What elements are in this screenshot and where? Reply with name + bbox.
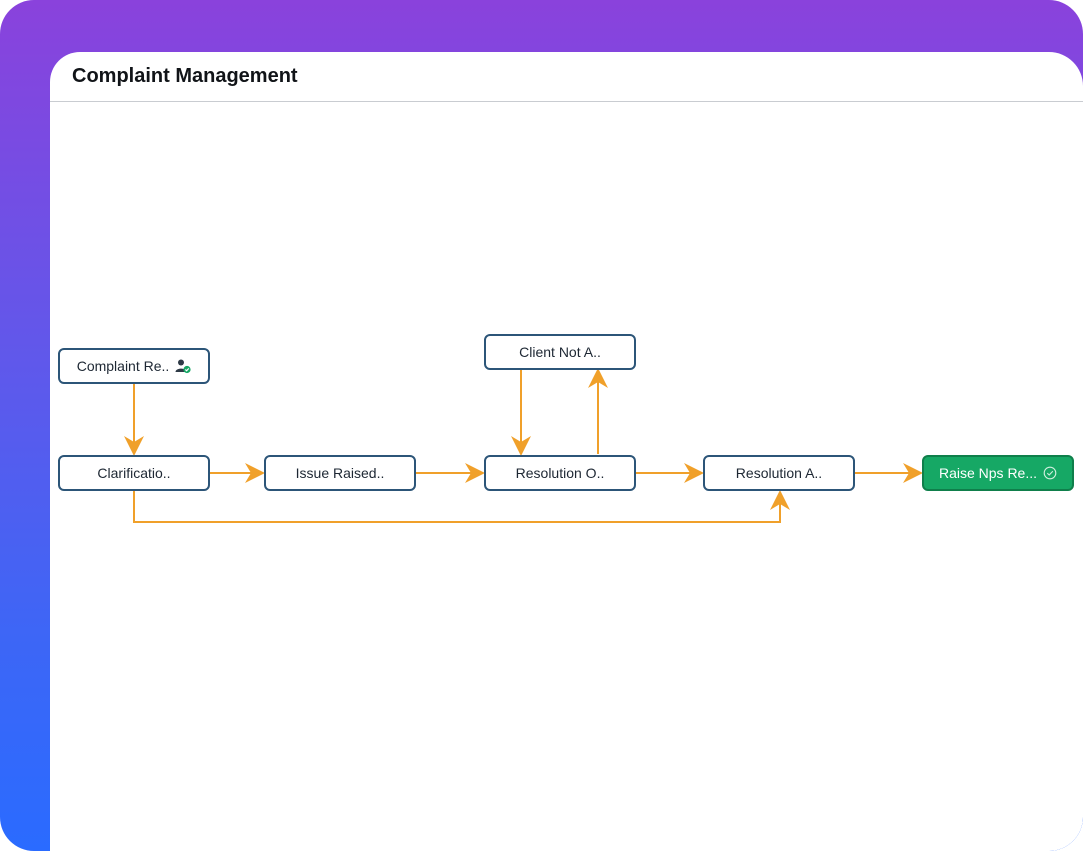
node-complaint-received[interactable]: Complaint Re.. [58, 348, 210, 384]
node-label: Client Not A.. [519, 344, 601, 360]
node-raise-nps[interactable]: Raise Nps Re... [922, 455, 1074, 491]
check-circle-icon [1043, 466, 1057, 480]
node-resolution-a[interactable]: Resolution A.. [703, 455, 855, 491]
workflow-canvas[interactable]: Complaint Re.. Clarificatio.. Issue Rais… [50, 52, 1083, 851]
node-clarification[interactable]: Clarificatio.. [58, 455, 210, 491]
node-label: Clarificatio.. [97, 465, 171, 481]
node-label: Resolution A.. [735, 465, 823, 481]
node-label: Issue Raised.. [295, 465, 385, 481]
page-title: Complaint Management [72, 65, 298, 87]
page-header: Complaint Management [50, 52, 1083, 102]
user-check-icon [175, 358, 191, 374]
node-client-not-a[interactable]: Client Not A.. [484, 334, 636, 370]
app-background: Complaint Re.. Clarificatio.. Issue Rais… [0, 0, 1083, 851]
diagram-panel: Complaint Re.. Clarificatio.. Issue Rais… [50, 52, 1083, 851]
node-resolution-o[interactable]: Resolution O.. [484, 455, 636, 491]
node-label: Resolution O.. [515, 465, 605, 481]
edge-clarification-to-resolution-a [133, 490, 790, 523]
node-issue-raised[interactable]: Issue Raised.. [264, 455, 416, 491]
edge-layer [124, 368, 923, 523]
node-label: Complaint Re.. [76, 358, 170, 374]
node-label: Raise Nps Re... [938, 465, 1038, 481]
